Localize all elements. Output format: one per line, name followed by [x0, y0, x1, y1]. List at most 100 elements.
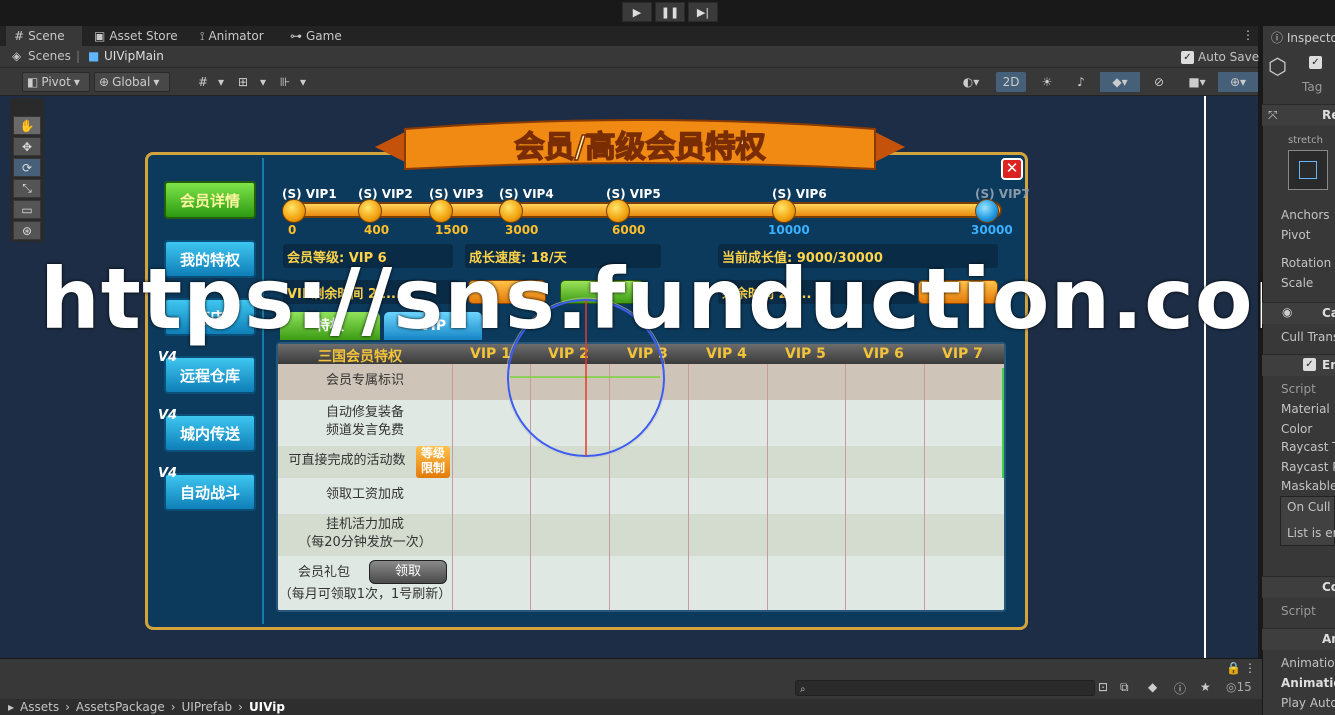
move-tool-icon[interactable]: ✥	[13, 137, 41, 156]
row-label: （每20分钟发放一次）	[298, 535, 432, 550]
lock-icon[interactable]: 🔒	[1226, 661, 1241, 675]
canvas-edge-line	[1204, 96, 1206, 658]
pause-button[interactable]: ❚❚	[655, 2, 685, 22]
path-separator: ›	[238, 700, 243, 714]
v4-badge: V4	[158, 350, 178, 365]
vip-node[interactable]	[606, 199, 630, 223]
cull-transparent-label: Cull Trans	[1281, 330, 1335, 344]
vip-node[interactable]	[358, 199, 382, 223]
script-label: Script	[1281, 382, 1316, 396]
hand-tool-icon[interactable]: ✋	[13, 116, 41, 135]
scene-toolbar: ◧ Pivot ▾ ⊕ Global ▾ # ▾ ⊞ ▾ ⊪ ▾ ◐▾ 2D ☀ ♪ ◆…	[0, 68, 1258, 96]
audio-icon[interactable]: ♪	[1070, 72, 1092, 92]
claim-button[interactable]: 领取	[369, 560, 447, 584]
anchor-preset-button[interactable]	[1288, 150, 1328, 190]
row-label: 频道发言免费	[325, 423, 404, 438]
close-icon[interactable]: ✕	[1001, 158, 1023, 180]
panel-title: 会员/高级会员特权	[515, 130, 766, 165]
auto-save-checkbox[interactable]: ✓	[1181, 51, 1194, 64]
side-btn-details[interactable]: 会员详情	[164, 181, 256, 219]
inspector-title[interactable]: ⓘ Inspecto	[1271, 29, 1335, 46]
gizmos-icon[interactable]: ⊕▾	[1218, 72, 1258, 92]
play-button[interactable]: ▶	[622, 2, 652, 22]
chevron-down-icon[interactable]: ▾	[252, 72, 274, 92]
current-prefab[interactable]: UIVipMain	[104, 49, 164, 63]
path-segment[interactable]: UIVip	[249, 700, 285, 714]
rotation-label: Rotation	[1281, 256, 1332, 270]
vip-level-label: (S) VIP7	[975, 187, 1030, 201]
raycast-padding-label[interactable]: Raycast P	[1281, 460, 1335, 474]
lighting-icon[interactable]: ☀	[1036, 72, 1058, 92]
anchors-label[interactable]: Anchors	[1281, 208, 1330, 222]
bag-icon: ▣	[94, 29, 106, 43]
component-checkbox[interactable]: ✓	[1303, 358, 1316, 371]
animator-icon: ⟟	[200, 28, 205, 43]
rotate-tool-icon[interactable]: ⟳	[13, 158, 41, 177]
vip-level-label: (S) VIP4	[499, 187, 554, 201]
mode-2d-toggle[interactable]: 2D	[996, 72, 1026, 92]
hidden-count[interactable]: ◎15	[1226, 680, 1252, 694]
vip-node[interactable]	[975, 199, 999, 223]
scrollbar[interactable]	[1002, 368, 1004, 478]
tab-game[interactable]: ⊶ Game	[282, 26, 352, 46]
info-icon: ⓘ	[1271, 31, 1287, 45]
row-label: 可直接完成的活动数	[288, 453, 406, 468]
scenes-link[interactable]: Scenes	[28, 49, 71, 63]
search-by-type-icon[interactable]: ⊡	[1098, 680, 1108, 694]
vip-node[interactable]	[429, 199, 453, 223]
table-col-divider	[924, 364, 925, 610]
rect-tool-icon[interactable]: ▭	[13, 200, 41, 219]
shading-mode-icon[interactable]: ◐▾	[954, 72, 988, 92]
table-col-divider	[688, 364, 689, 610]
effects-icon[interactable]: ◆▾	[1100, 72, 1140, 92]
tag-icon[interactable]: ◆	[1148, 680, 1157, 694]
eye-icon: ◎	[1226, 680, 1237, 694]
star-icon[interactable]: ★	[1200, 680, 1211, 694]
prefab-cube-icon: ■	[88, 49, 100, 63]
path-segment[interactable]: UIPrefab	[182, 700, 233, 714]
snap-increment-icon[interactable]: ⊞	[232, 72, 254, 92]
vip-node[interactable]	[772, 199, 796, 223]
global-dropdown[interactable]: ⊕ Global ▾	[94, 72, 170, 92]
more-icon[interactable]: ⋮	[1244, 661, 1256, 675]
vip-node[interactable]	[282, 199, 306, 223]
grid-icon: #	[14, 29, 25, 43]
search-by-label-icon[interactable]: ⧉	[1120, 680, 1129, 695]
level-limit-tag: 等级限制	[416, 446, 450, 478]
scale-tool-icon[interactable]: ⤡	[13, 179, 41, 198]
path-segment[interactable]: Assets	[20, 700, 59, 714]
animations-label[interactable]: Animatio	[1281, 676, 1335, 690]
top-bar: ▶ ❚❚ ▶|	[0, 0, 1335, 26]
chevron-down-icon[interactable]: ▾	[292, 72, 314, 92]
tab-label: Game	[306, 29, 342, 43]
tab-animator[interactable]: ⟟ Animator	[192, 26, 276, 46]
tab-asset-store[interactable]: ▣ Asset Store	[86, 26, 186, 46]
more-menu-icon[interactable]: ⋮	[1242, 28, 1254, 42]
warning-icon[interactable]: ⓘ	[1174, 680, 1186, 697]
chevron-down-icon: ▾	[153, 75, 160, 89]
path-segment[interactable]: AssetsPackage	[76, 700, 165, 714]
globe-icon: ⊕	[99, 75, 110, 89]
tab-scene[interactable]: # Scene	[6, 26, 82, 46]
vip-threshold-value: 0	[288, 223, 297, 237]
project-search-input[interactable]: ⌕	[795, 680, 1095, 696]
vip-level-label: (S) VIP5	[606, 187, 661, 201]
active-checkbox[interactable]: ✓	[1309, 56, 1322, 69]
row-label: （每月可领取1次，1号刷新）	[278, 587, 452, 602]
vip-threshold-value: 3000	[505, 223, 539, 237]
vip-level-label: (S) VIP3	[429, 187, 484, 201]
step-button[interactable]: ▶|	[688, 2, 718, 22]
camera-icon[interactable]: ■▾	[1180, 72, 1214, 92]
unity-logo-icon: ◈	[12, 49, 22, 63]
vip-progress-bar	[282, 202, 1002, 218]
row-label: 会员专属标识	[325, 373, 404, 388]
chevron-down-icon[interactable]: ▾	[210, 72, 232, 92]
list-empty-label: List is er	[1287, 526, 1335, 540]
transform-tool-icon[interactable]: ⊛	[13, 221, 41, 240]
table-col-header: VIP 4	[706, 346, 747, 362]
hidden-count-value: 15	[1236, 680, 1252, 694]
title-banner: 会员/高级会员特权	[375, 119, 905, 171]
hidden-objects-icon[interactable]: ⊘	[1148, 72, 1170, 92]
vip-node[interactable]	[499, 199, 523, 223]
pivot-dropdown[interactable]: ◧ Pivot ▾	[22, 72, 90, 92]
